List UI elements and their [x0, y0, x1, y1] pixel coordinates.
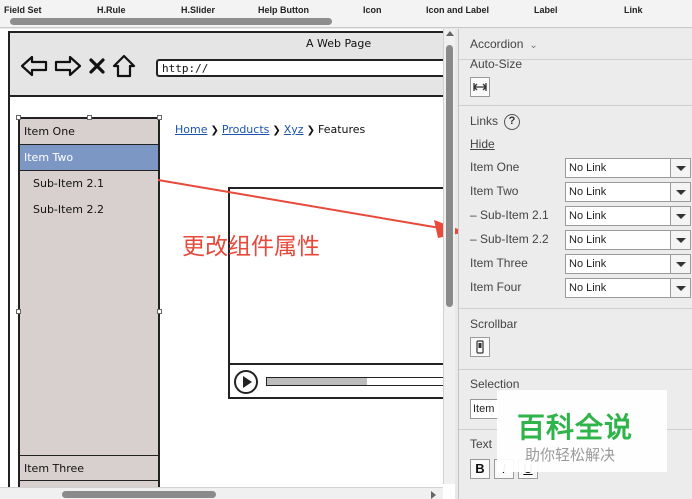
- browser-nav-icons: [20, 51, 136, 81]
- close-icon[interactable]: [88, 56, 106, 76]
- dropdown-arrow-icon[interactable]: [670, 207, 690, 225]
- palette-scrollbar-thumb[interactable]: [10, 18, 332, 25]
- palette-item-h-slider[interactable]: H.Slider: [181, 5, 215, 15]
- watermark-title: 百科全说: [517, 411, 634, 444]
- resize-handle-top-right[interactable]: [157, 115, 162, 120]
- design-canvas[interactable]: A Web Page http:// Item One Item Two Sub…: [0, 29, 455, 499]
- bold-button[interactable]: B: [470, 459, 490, 479]
- auto-size-button[interactable]: [470, 77, 490, 97]
- home-icon[interactable]: [112, 54, 136, 78]
- palette-item-link[interactable]: Link: [624, 5, 643, 15]
- text-label: Text: [470, 437, 493, 451]
- link-select-value: No Link: [569, 186, 607, 198]
- divider: [459, 105, 692, 106]
- inspector-component-name: Accordion: [470, 37, 524, 51]
- accordion-item-three[interactable]: Item Three: [20, 455, 158, 481]
- dropdown-arrow-icon[interactable]: [670, 279, 690, 297]
- links-label: Links: [470, 114, 499, 129]
- divider: [459, 369, 692, 370]
- link-select-item-two[interactable]: No Link: [565, 182, 691, 202]
- link-select-sub-item-2-2[interactable]: No Link: [565, 230, 691, 250]
- selection-select[interactable]: Item: [470, 399, 500, 419]
- resize-handle-top-left[interactable]: [16, 115, 21, 120]
- breadcrumb-xyz[interactable]: Xyz: [284, 123, 304, 136]
- palette-item-h-rule[interactable]: H.Rule: [97, 5, 126, 15]
- link-label-sub-item-2-2: – Sub-Item 2.2: [470, 232, 549, 246]
- scrollbar-toggle-button[interactable]: [470, 337, 490, 357]
- page-title: A Web Page: [306, 37, 372, 50]
- scrollbar-label: Scrollbar: [470, 317, 518, 331]
- vertical-scrollbar-thumb[interactable]: [446, 45, 453, 307]
- accordion-item-two[interactable]: Item Two: [20, 145, 158, 171]
- link-select-item-three[interactable]: No Link: [565, 254, 691, 274]
- watermark-subtitle: 助你轻松解决: [525, 446, 616, 464]
- link-select-value: No Link: [569, 258, 607, 270]
- dropdown-arrow-icon[interactable]: [670, 183, 690, 201]
- url-input[interactable]: http://: [156, 59, 455, 77]
- scrollbar-icon: [476, 340, 484, 354]
- resize-handle-left[interactable]: [16, 309, 21, 314]
- link-select-value: No Link: [569, 234, 607, 246]
- resize-handle-top[interactable]: [87, 115, 92, 120]
- dropdown-arrow-icon[interactable]: [670, 255, 690, 273]
- video-progress-fill: [267, 378, 367, 385]
- canvas-vertical-scrollbar[interactable]: [443, 29, 455, 484]
- selection-label: Selection: [470, 377, 520, 391]
- watermark: 百科全说 助你轻松解决: [497, 390, 667, 472]
- hide-link[interactable]: Hide: [470, 137, 495, 151]
- back-arrow-icon[interactable]: [20, 54, 48, 78]
- palette-item-icon[interactable]: Icon: [363, 5, 382, 15]
- video-controls: [230, 363, 455, 397]
- browser-window-mockup[interactable]: A Web Page http:// Item One Item Two Sub…: [8, 31, 455, 499]
- link-label-item-three: Item Three: [470, 256, 528, 270]
- horizontal-resize-icon: [473, 83, 487, 91]
- link-select-item-four[interactable]: No Link: [565, 278, 691, 298]
- video-progress-track[interactable]: [266, 377, 455, 386]
- annotation-text: 更改组件属性: [182, 234, 320, 260]
- video-player-mockup[interactable]: [228, 187, 455, 399]
- inspector-title[interactable]: Accordion ⌄: [470, 37, 538, 51]
- accordion-sub-item-2-1[interactable]: Sub-Item 2.1: [33, 177, 104, 190]
- accordion-component[interactable]: Item One Item Two Sub-Item 2.1 Sub-Item …: [18, 117, 160, 499]
- breadcrumb-current: Features: [317, 123, 366, 136]
- links-section: Links?: [470, 114, 521, 130]
- link-select-value: No Link: [569, 162, 607, 174]
- palette-item-icon-and-label[interactable]: Icon and Label: [426, 5, 489, 15]
- palette-item-help-button[interactable]: Help Button: [258, 5, 309, 15]
- scroll-right-icon[interactable]: [431, 491, 436, 499]
- play-icon[interactable]: [234, 370, 258, 394]
- link-select-value: No Link: [569, 210, 607, 222]
- browser-header: A Web Page http://: [10, 33, 455, 97]
- component-palette: Field Set H.Rule H.Slider Help Button Ic…: [0, 0, 692, 28]
- link-label-sub-item-2-1: – Sub-Item 2.1: [470, 208, 549, 222]
- accordion-item-one[interactable]: Item One: [20, 119, 158, 145]
- breadcrumb: Home ❯ Products ❯ Xyz ❯ Features: [175, 123, 365, 136]
- link-label-item-two: Item Two: [470, 184, 519, 198]
- chevron-right-icon: ❯: [306, 125, 315, 136]
- chevron-right-icon: ❯: [210, 125, 219, 136]
- link-select-value: No Link: [569, 282, 607, 294]
- horizontal-scrollbar-thumb[interactable]: [62, 491, 216, 498]
- accordion-sub-item-2-2[interactable]: Sub-Item 2.2: [33, 203, 104, 216]
- dropdown-arrow-icon[interactable]: [670, 159, 690, 177]
- divider: [459, 308, 692, 309]
- help-icon[interactable]: ?: [504, 114, 521, 130]
- dropdown-arrow-icon[interactable]: [670, 231, 690, 249]
- chevron-right-icon: ❯: [272, 125, 281, 136]
- canvas-horizontal-scrollbar[interactable]: [0, 487, 443, 499]
- link-label-item-four: Item Four: [470, 280, 522, 294]
- breadcrumb-products[interactable]: Products: [222, 123, 270, 136]
- palette-item-label[interactable]: Label: [534, 5, 558, 15]
- forward-arrow-icon[interactable]: [54, 54, 82, 78]
- chevron-down-icon[interactable]: ⌄: [529, 40, 537, 51]
- link-label-item-one: Item One: [470, 160, 520, 174]
- link-select-sub-item-2-1[interactable]: No Link: [565, 206, 691, 226]
- scroll-up-icon[interactable]: [446, 31, 454, 36]
- palette-item-field-set[interactable]: Field Set: [4, 5, 42, 15]
- resize-handle-right[interactable]: [157, 309, 162, 314]
- auto-size-label: Auto-Size: [470, 57, 523, 71]
- breadcrumb-home[interactable]: Home: [175, 123, 207, 136]
- link-select-item-one[interactable]: No Link: [565, 158, 691, 178]
